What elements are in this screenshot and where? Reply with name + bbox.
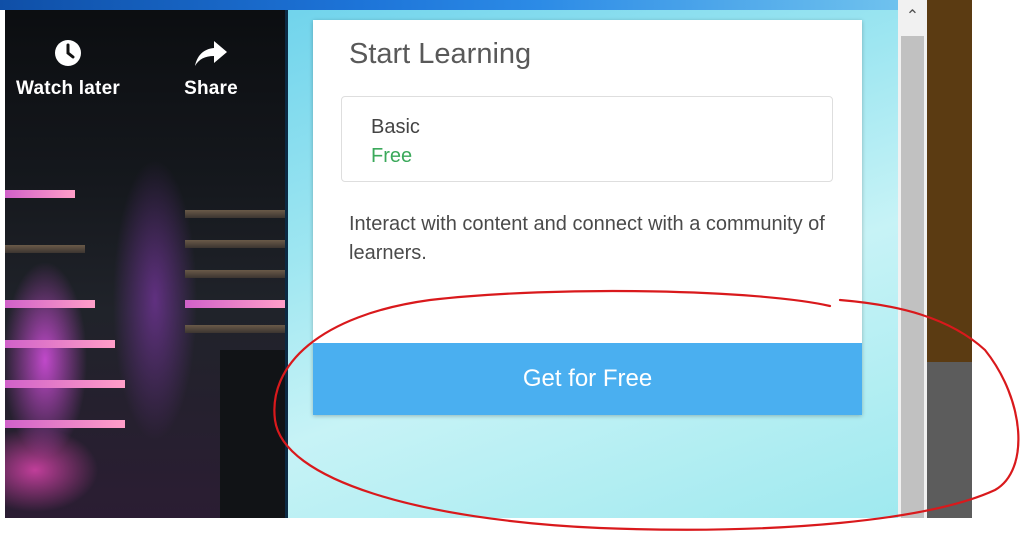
top-accent-bar (0, 0, 898, 10)
plan-name: Basic (371, 116, 420, 138)
background-region (927, 362, 972, 518)
video-scene-detail (220, 350, 288, 518)
video-player[interactable]: Watch later Share (5, 0, 288, 518)
video-scene-detail (5, 420, 125, 428)
share-button[interactable]: Share (171, 38, 251, 100)
plan-description: Interact with content and connect with a… (349, 213, 825, 264)
video-scene-detail (5, 300, 95, 308)
clock-icon (55, 40, 81, 66)
share-label: Share (184, 78, 238, 99)
plan-option-basic[interactable]: Basic Free (341, 96, 833, 182)
video-scene-detail (185, 210, 285, 218)
video-scene-detail (5, 340, 115, 348)
video-scene-detail (5, 190, 75, 198)
scroll-up-icon[interactable]: ⌃ (898, 6, 927, 30)
card-title: Start Learning (349, 38, 532, 70)
enrollment-card: Start Learning Basic Free Interact with … (313, 20, 862, 415)
video-scene-detail (5, 245, 85, 253)
watch-later-label: Watch later (16, 78, 120, 99)
video-scene-detail (185, 240, 285, 248)
scroll-thumb[interactable] (901, 36, 924, 518)
video-scene-detail (185, 300, 285, 308)
scrollbar[interactable]: ⌃ (898, 0, 927, 518)
video-scene-detail (5, 380, 125, 388)
share-arrow-icon (195, 41, 227, 66)
background-region (927, 0, 972, 362)
video-scene-detail (185, 270, 285, 278)
watch-later-button[interactable]: Watch later (5, 38, 135, 100)
plan-price: Free (371, 145, 413, 167)
video-scene-detail (185, 325, 285, 333)
get-for-free-button[interactable]: Get for Free (313, 343, 862, 415)
